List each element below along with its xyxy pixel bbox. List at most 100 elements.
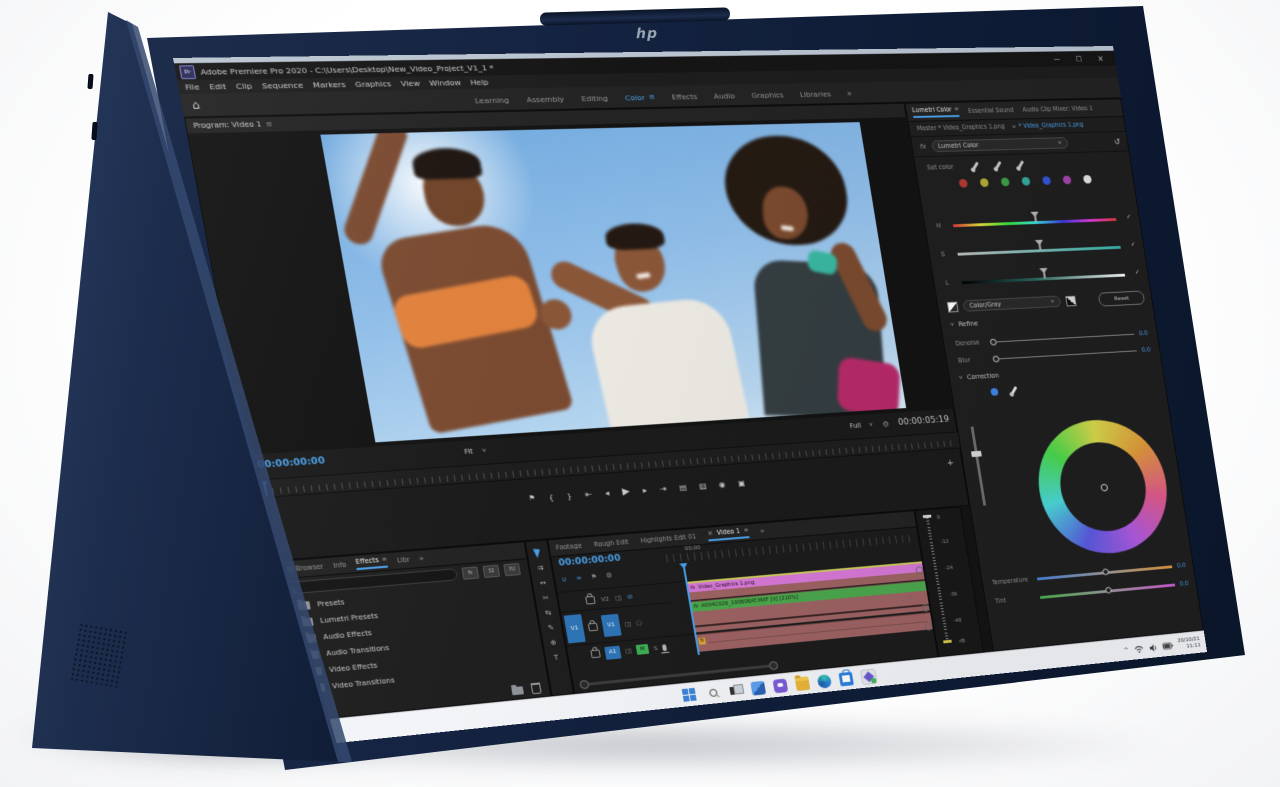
tab-video-1[interactable]: × Video 1 ≡ <box>707 526 750 541</box>
tab-essential-sound[interactable]: Essential Sound <box>968 107 1015 115</box>
step-back-button[interactable]: ◂ <box>604 488 610 497</box>
task-view-button[interactable] <box>728 683 744 698</box>
temperature-slider-handle[interactable] <box>1102 568 1109 575</box>
settings-wrench-icon[interactable]: ⚙ <box>882 419 890 428</box>
panel-overflow-icon[interactable]: » <box>419 554 425 562</box>
edge-browser-button[interactable] <box>817 674 833 689</box>
tab-lumetri-color[interactable]: Lumetri Color ≡ <box>912 106 960 118</box>
file-explorer-button[interactable] <box>795 676 811 691</box>
track-output-toggle-icon[interactable]: ⊘ <box>627 593 634 601</box>
32bit-effects-badge[interactable]: 32 <box>482 565 500 578</box>
voiceover-record-icon[interactable] <box>662 644 667 651</box>
add-marker-button[interactable]: ⚑ <box>528 494 536 502</box>
refine-section-header[interactable]: ∨ Refine <box>950 320 979 329</box>
panel-overflow-icon[interactable]: » <box>760 527 765 535</box>
blur-slider-track[interactable] <box>999 350 1136 359</box>
menu-help[interactable]: Help <box>469 78 489 87</box>
timeline-settings-icon[interactable]: ⚙ <box>605 571 613 579</box>
accelerated-effects-badge[interactable]: fx <box>461 566 479 579</box>
ripple-edit-tool[interactable]: ↔ <box>540 579 547 587</box>
widgets-button[interactable] <box>750 680 766 695</box>
taskbar-search-button[interactable] <box>705 685 721 700</box>
denoise-value[interactable]: 0.0 <box>1138 329 1148 337</box>
mark-in-button[interactable]: { <box>548 492 554 501</box>
menu-clip[interactable]: Clip <box>235 81 253 91</box>
step-forward-button[interactable]: ▸ <box>642 485 648 494</box>
workspace-tab-audio[interactable]: Audio <box>713 91 735 100</box>
sync-lock-icon[interactable]: ◫ <box>625 647 633 655</box>
invert-mask-icon[interactable] <box>1065 295 1076 306</box>
tab-audio-clip-mixer[interactable]: Audio Clip Mixer: Video 1 <box>1022 105 1093 113</box>
workspace-tab-assembly[interactable]: Assembly <box>526 94 565 104</box>
tab-effects[interactable]: Effects ≡ <box>355 556 388 570</box>
workspace-tab-learning[interactable]: Learning <box>474 95 510 105</box>
tint-value[interactable]: 0.0 <box>1179 580 1189 588</box>
program-panel-menu-icon[interactable]: ≡ <box>265 120 273 129</box>
workspace-menu-icon[interactable]: ≡ <box>648 93 655 101</box>
swatch-cyan[interactable] <box>1021 176 1030 185</box>
reset-button[interactable]: Reset <box>1098 290 1146 306</box>
program-zoom-dropdown[interactable]: Full ∨ <box>849 421 873 430</box>
wheel-luma-slider-handle[interactable] <box>971 451 982 457</box>
chat-button[interactable] <box>772 678 788 693</box>
microsoft-store-button[interactable] <box>838 671 853 686</box>
workspace-tab-libraries[interactable]: Libraries <box>799 89 831 98</box>
correction-section-header[interactable]: ∨ Correction <box>958 372 999 382</box>
luminance-check-icon[interactable]: ✓ <box>1134 268 1140 276</box>
eyedropper-plus-icon[interactable] <box>994 161 1001 170</box>
tint-slider-handle[interactable] <box>1105 587 1112 594</box>
go-to-in-button[interactable]: ⇤ <box>584 489 592 498</box>
tab-footage[interactable]: Footage <box>555 542 582 551</box>
panel-menu-icon[interactable]: ≡ <box>381 556 387 563</box>
lock-icon[interactable] <box>590 650 600 659</box>
denoise-slider-track[interactable] <box>996 333 1133 342</box>
panel-menu-icon[interactable]: ≡ <box>743 527 748 533</box>
workspace-tab-editing[interactable]: Editing <box>581 93 609 103</box>
track-label-a1[interactable]: A1 <box>604 645 621 659</box>
menu-graphics[interactable]: Graphics <box>354 79 391 89</box>
reset-effect-icon[interactable]: ↺ <box>1113 137 1120 146</box>
temperature-slider-track[interactable] <box>1037 565 1172 580</box>
menu-sequence[interactable]: Sequence <box>261 80 304 90</box>
trash-icon[interactable] <box>531 682 542 694</box>
start-button[interactable] <box>680 686 698 703</box>
sync-lock-icon[interactable]: ◫ <box>614 594 622 602</box>
lift-button[interactable]: ▤ <box>679 482 688 491</box>
razor-tool[interactable]: ✂ <box>542 594 549 602</box>
track-select-tool[interactable]: ⇉ <box>537 564 544 572</box>
menu-window[interactable]: Window <box>429 78 462 88</box>
white-balance-eyedropper-icon[interactable] <box>1011 386 1018 395</box>
pen-tool[interactable]: ✎ <box>547 624 554 632</box>
extract-button[interactable]: ▥ <box>698 481 706 490</box>
workspace-tab-color[interactable]: Color ≡ <box>624 92 655 102</box>
view-mode-dropdown[interactable]: Color/Gray ∨ <box>962 296 1061 312</box>
menu-edit[interactable]: Edit <box>209 82 227 92</box>
program-fit-dropdown[interactable]: Fit ∨ <box>464 446 487 456</box>
workspace-overflow-icon[interactable]: » <box>846 89 852 98</box>
lock-icon[interactable] <box>588 623 599 632</box>
button-editor-plus-icon[interactable]: + <box>946 458 954 468</box>
comparison-view-button[interactable]: ▣ <box>737 478 745 487</box>
blur-value[interactable]: 0.0 <box>1141 346 1151 354</box>
swatch-yellow[interactable] <box>979 178 989 187</box>
clock[interactable]: 20/10/21 11:11 <box>1177 636 1201 651</box>
menu-markers[interactable]: Markers <box>312 80 346 90</box>
hand-tool[interactable]: ⊕ <box>550 639 557 647</box>
source-patch-v1[interactable]: V1 <box>564 614 586 643</box>
tab-info[interactable]: Info <box>333 561 347 569</box>
menu-file[interactable]: File <box>184 82 200 92</box>
swatch-white[interactable] <box>1083 174 1092 183</box>
close-button[interactable]: × <box>1089 54 1112 63</box>
close-tab-icon[interactable]: × <box>707 529 714 537</box>
export-frame-button[interactable]: ◉ <box>718 479 726 488</box>
lock-icon[interactable] <box>585 596 596 605</box>
type-tool[interactable]: T <box>553 653 559 661</box>
panel-menu-icon[interactable]: ≡ <box>954 106 959 112</box>
wheel-luma-slider-track[interactable] <box>971 427 986 506</box>
yuv-effects-badge[interactable]: YU <box>503 563 521 576</box>
saturation-check-icon[interactable]: ✓ <box>1130 241 1136 249</box>
tray-chevron-icon[interactable]: ^ <box>1123 646 1129 654</box>
hue-wheel[interactable] <box>1029 416 1176 559</box>
swatch-red[interactable] <box>958 178 968 187</box>
tab-libraries-cut[interactable]: Libr <box>396 556 410 564</box>
